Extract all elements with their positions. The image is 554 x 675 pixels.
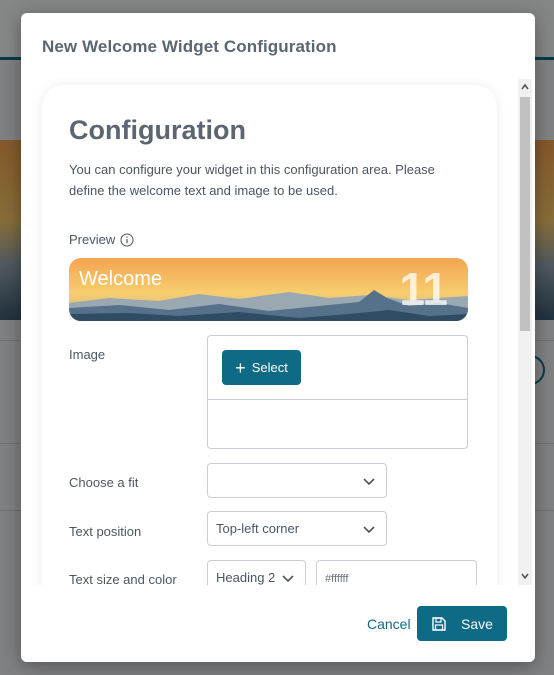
card-title: Configuration	[69, 115, 246, 145]
dialog-scroll-area[interactable]: Configuration You can configure your wid…	[21, 79, 535, 585]
chevron-down-icon	[363, 526, 375, 534]
text-position-dropdown[interactable]: Top-left corner	[207, 511, 387, 546]
text-color-input[interactable]: #ffffff	[316, 560, 477, 585]
text-size-dropdown[interactable]: Heading 2	[207, 560, 306, 585]
save-button-label: Save	[461, 615, 493, 632]
image-label: Image	[69, 347, 106, 362]
preview-label-row: Preview	[69, 232, 134, 247]
scroll-down-icon[interactable]	[521, 572, 529, 580]
chevron-down-icon	[363, 478, 375, 486]
dialog-title: New Welcome Widget Configuration	[42, 37, 337, 56]
card-description: You can configure your widget in this co…	[69, 162, 435, 198]
image-picker-divider	[208, 399, 467, 400]
fit-dropdown[interactable]	[207, 463, 387, 498]
floppy-disk-icon	[432, 616, 446, 631]
plus-icon: +	[235, 357, 246, 378]
dialog-footer: Cancel Save	[21, 585, 535, 662]
select-button-label: Select	[251, 360, 288, 375]
scrollbar-thumb[interactable]	[520, 97, 530, 331]
preview-label: Preview	[69, 232, 116, 247]
dialog-scrollbar[interactable]	[518, 79, 532, 585]
preview-number: 11	[399, 263, 448, 315]
text-size-value: Heading 2	[216, 570, 276, 585]
chevron-down-icon	[282, 575, 294, 583]
configuration-dialog: New Welcome Widget Configuration Configu…	[21, 13, 535, 662]
fit-label: Choose a fit	[69, 475, 139, 490]
info-icon[interactable]	[120, 233, 134, 247]
scroll-up-icon[interactable]	[521, 83, 529, 91]
image-picker: + Select	[207, 335, 468, 449]
cancel-button[interactable]: Cancel	[367, 616, 411, 632]
configuration-card: Configuration You can configure your wid…	[42, 85, 497, 585]
save-button[interactable]: Save	[417, 606, 507, 641]
preview-banner: Welcome 11	[69, 258, 468, 321]
text-position-label: Text position	[69, 524, 142, 539]
text-position-value: Top-left corner	[216, 521, 300, 536]
select-image-button[interactable]: + Select	[222, 350, 301, 385]
text-size-label: Text size and color	[69, 572, 177, 585]
preview-welcome-text: Welcome	[79, 268, 162, 290]
